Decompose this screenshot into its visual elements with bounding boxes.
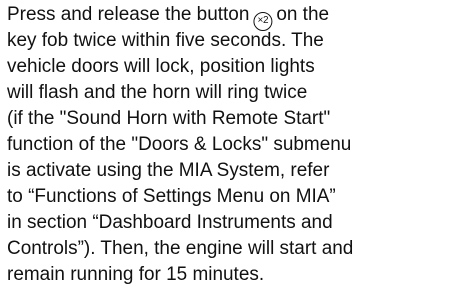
paragraph-line-8: to “Functions of Settings Menu on MIA” <box>7 186 336 207</box>
paragraph-line-4: will flash and the horn will ring twice <box>7 82 308 103</box>
paragraph-line-3: vehicle doors will lock, position lights <box>7 56 315 77</box>
line-1-text-after-icon: on the <box>276 4 330 25</box>
paragraph-line-6: function of the "Doors & Locks" submenu <box>7 134 352 155</box>
paragraph-line-2: key fob twice within five seconds. The <box>7 30 324 51</box>
manual-page: Press and release the button ×2 on the key… <box>0 0 452 288</box>
paragraph-line-10: Controls”). Then, the engine will start … <box>7 238 354 259</box>
paragraph-line-5: (if the "Sound Horn with Remote Start" <box>7 108 331 129</box>
paragraph-line-1: Press and release the button ×2 on the <box>7 2 451 31</box>
paragraph-line-7: is activate using the MIA System, refer <box>7 160 330 181</box>
paragraph-line-9: in section “Dashboard Instruments and <box>7 212 333 233</box>
line-1-text-before-icon: Press and release the button <box>7 4 250 25</box>
paragraph-line-11: remain running for 15 minutes. <box>7 264 265 285</box>
instruction-paragraph: Press and release the button ×2 on the key… <box>7 2 452 288</box>
